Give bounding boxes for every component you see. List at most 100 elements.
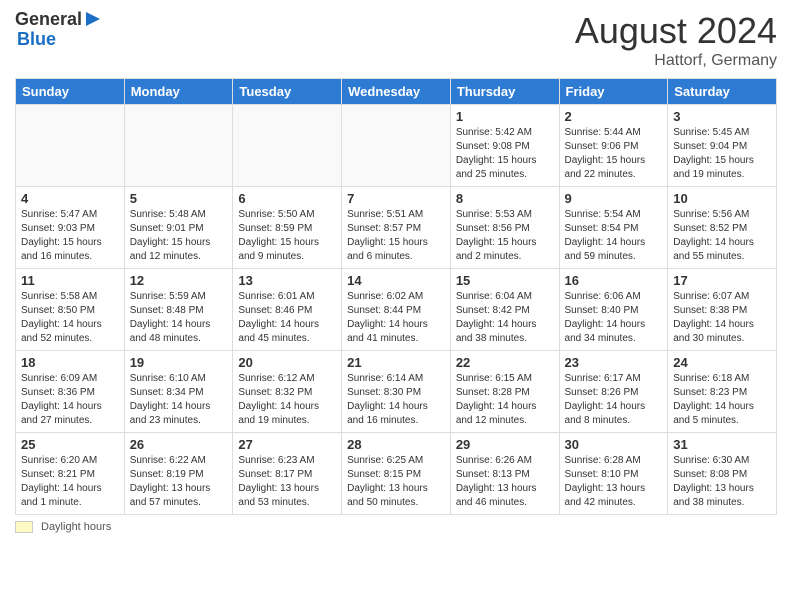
calendar-table: Sunday Monday Tuesday Wednesday Thursday… (15, 78, 777, 515)
day-info: Sunrise: 6:17 AM Sunset: 8:26 PM Dayligh… (565, 372, 663, 428)
calendar-cell-w5-d1: 25 Sunrise: 6:20 AM Sunset: 8:21 PM Dayli… (16, 433, 125, 515)
day-number: 24 (673, 355, 771, 370)
day-info: Sunrise: 6:30 AM Sunset: 8:08 PM Dayligh… (673, 454, 771, 510)
day-info: Sunrise: 5:58 AM Sunset: 8:50 PM Dayligh… (21, 290, 119, 346)
day-info: Sunrise: 5:45 AM Sunset: 9:04 PM Dayligh… (673, 126, 771, 182)
day-number: 2 (565, 109, 663, 124)
day-number: 6 (238, 191, 336, 206)
day-number: 22 (456, 355, 554, 370)
day-info: Sunrise: 6:25 AM Sunset: 8:15 PM Dayligh… (347, 454, 445, 510)
daylight-legend-label: Daylight hours (41, 521, 111, 533)
calendar-cell-w2-d1: 4Sunrise: 5:47 AM Sunset: 9:03 PM Daylig… (16, 187, 125, 269)
day-info: Sunrise: 5:51 AM Sunset: 8:57 PM Dayligh… (347, 208, 445, 264)
calendar-cell-w1-d6: 2 Sunrise: 5:44 AM Sunset: 9:06 PM Daylig… (559, 105, 668, 187)
day-info: Sunrise: 5:47 AM Sunset: 9:03 PM Dayligh… (21, 208, 119, 264)
day-number: 30 (565, 437, 663, 452)
logo-blue-text: Blue (17, 30, 102, 50)
calendar-cell-w5-d2: 26 Sunrise: 6:22 AM Sunset: 8:19 PM Dayli… (124, 433, 233, 515)
calendar-cell-w2-d6: 9Sunrise: 5:54 AM Sunset: 8:54 PM Daylig… (559, 187, 668, 269)
calendar-cell-w1-d1 (16, 105, 125, 187)
calendar-cell-w4-d7: 24Sunrise: 6:18 AM Sunset: 8:23 PM Dayli… (668, 351, 777, 433)
day-number: 16 (565, 273, 663, 288)
day-number: 20 (238, 355, 336, 370)
day-info: Sunrise: 6:06 AM Sunset: 8:40 PM Dayligh… (565, 290, 663, 346)
calendar-cell-w2-d4: 7 Sunrise: 5:51 AM Sunset: 8:57 PM Daylig… (342, 187, 451, 269)
logo: General Blue (15, 10, 102, 50)
day-number: 28 (347, 437, 445, 452)
day-number: 25 (21, 437, 119, 452)
day-info: Sunrise: 6:02 AM Sunset: 8:44 PM Dayligh… (347, 290, 445, 346)
day-number: 7 (347, 191, 445, 206)
logo-arrow-icon (84, 10, 102, 28)
calendar-cell-w4-d2: 19 Sunrise: 6:10 AM Sunset: 8:34 PM Dayli… (124, 351, 233, 433)
col-sunday: Sunday (16, 79, 125, 105)
day-info: Sunrise: 5:44 AM Sunset: 9:06 PM Dayligh… (565, 126, 663, 182)
day-info: Sunrise: 5:56 AM Sunset: 8:52 PM Dayligh… (673, 208, 771, 264)
day-number: 17 (673, 273, 771, 288)
day-info: Sunrise: 6:07 AM Sunset: 8:38 PM Dayligh… (673, 290, 771, 346)
calendar-cell-w5-d7: 31Sunrise: 6:30 AM Sunset: 8:08 PM Dayli… (668, 433, 777, 515)
day-number: 29 (456, 437, 554, 452)
day-info: Sunrise: 6:04 AM Sunset: 8:42 PM Dayligh… (456, 290, 554, 346)
col-tuesday: Tuesday (233, 79, 342, 105)
calendar-cell-w2-d5: 8 Sunrise: 5:53 AM Sunset: 8:56 PM Daylig… (450, 187, 559, 269)
day-info: Sunrise: 6:20 AM Sunset: 8:21 PM Dayligh… (21, 454, 119, 510)
calendar-cell-w3-d2: 12Sunrise: 5:59 AM Sunset: 8:48 PM Dayli… (124, 269, 233, 351)
day-info: Sunrise: 5:59 AM Sunset: 8:48 PM Dayligh… (130, 290, 228, 346)
day-info: Sunrise: 5:48 AM Sunset: 9:01 PM Dayligh… (130, 208, 228, 264)
calendar-week-3: 11 Sunrise: 5:58 AM Sunset: 8:50 PM Dayli… (16, 269, 777, 351)
calendar-week-4: 18 Sunrise: 6:09 AM Sunset: 8:36 PM Dayli… (16, 351, 777, 433)
calendar-cell-w4-d5: 22 Sunrise: 6:15 AM Sunset: 8:28 PM Dayli… (450, 351, 559, 433)
page-container: General Blue August 2024 Hattorf, German… (0, 0, 792, 543)
calendar-cell-w4-d1: 18 Sunrise: 6:09 AM Sunset: 8:36 PM Dayli… (16, 351, 125, 433)
day-info: Sunrise: 6:14 AM Sunset: 8:30 PM Dayligh… (347, 372, 445, 428)
day-number: 26 (130, 437, 228, 452)
daylight-legend-box (15, 521, 33, 533)
calendar-cell-w5-d3: 27Sunrise: 6:23 AM Sunset: 8:17 PM Dayli… (233, 433, 342, 515)
day-number: 13 (238, 273, 336, 288)
col-saturday: Saturday (668, 79, 777, 105)
col-thursday: Thursday (450, 79, 559, 105)
calendar-header-row: Sunday Monday Tuesday Wednesday Thursday… (16, 79, 777, 105)
day-info: Sunrise: 6:01 AM Sunset: 8:46 PM Dayligh… (238, 290, 336, 346)
calendar-cell-w1-d5: 1 Sunrise: 5:42 AM Sunset: 9:08 PM Daylig… (450, 105, 559, 187)
day-number: 3 (673, 109, 771, 124)
calendar-cell-w2-d7: 10 Sunrise: 5:56 AM Sunset: 8:52 PM Dayli… (668, 187, 777, 269)
month-year-title: August 2024 (575, 10, 777, 52)
calendar-cell-w5-d6: 30Sunrise: 6:28 AM Sunset: 8:10 PM Dayli… (559, 433, 668, 515)
title-section: August 2024 Hattorf, Germany (575, 10, 777, 70)
calendar-footer: Daylight hours (15, 521, 777, 533)
day-number: 14 (347, 273, 445, 288)
col-friday: Friday (559, 79, 668, 105)
page-header: General Blue August 2024 Hattorf, German… (15, 10, 777, 70)
calendar-cell-w1-d7: 3 Sunrise: 5:45 AM Sunset: 9:04 PM Daylig… (668, 105, 777, 187)
day-info: Sunrise: 6:10 AM Sunset: 8:34 PM Dayligh… (130, 372, 228, 428)
calendar-cell-w4-d6: 23Sunrise: 6:17 AM Sunset: 8:26 PM Dayli… (559, 351, 668, 433)
day-number: 15 (456, 273, 554, 288)
day-number: 19 (130, 355, 228, 370)
calendar-cell-w2-d2: 5Sunrise: 5:48 AM Sunset: 9:01 PM Daylig… (124, 187, 233, 269)
day-number: 8 (456, 191, 554, 206)
calendar-cell-w3-d3: 13 Sunrise: 6:01 AM Sunset: 8:46 PM Dayli… (233, 269, 342, 351)
day-number: 10 (673, 191, 771, 206)
day-info: Sunrise: 5:53 AM Sunset: 8:56 PM Dayligh… (456, 208, 554, 264)
day-number: 11 (21, 273, 119, 288)
day-info: Sunrise: 6:09 AM Sunset: 8:36 PM Dayligh… (21, 372, 119, 428)
day-number: 18 (21, 355, 119, 370)
calendar-cell-w5-d5: 29 Sunrise: 6:26 AM Sunset: 8:13 PM Dayli… (450, 433, 559, 515)
day-number: 1 (456, 109, 554, 124)
col-wednesday: Wednesday (342, 79, 451, 105)
calendar-cell-w1-d2 (124, 105, 233, 187)
calendar-cell-w4-d3: 20 Sunrise: 6:12 AM Sunset: 8:32 PM Dayli… (233, 351, 342, 433)
day-info: Sunrise: 6:12 AM Sunset: 8:32 PM Dayligh… (238, 372, 336, 428)
calendar-cell-w4-d4: 21 Sunrise: 6:14 AM Sunset: 8:30 PM Dayli… (342, 351, 451, 433)
day-info: Sunrise: 6:22 AM Sunset: 8:19 PM Dayligh… (130, 454, 228, 510)
day-number: 21 (347, 355, 445, 370)
calendar-cell-w3-d7: 17 Sunrise: 6:07 AM Sunset: 8:38 PM Dayli… (668, 269, 777, 351)
day-number: 27 (238, 437, 336, 452)
day-info: Sunrise: 6:15 AM Sunset: 8:28 PM Dayligh… (456, 372, 554, 428)
calendar-cell-w1-d3 (233, 105, 342, 187)
day-info: Sunrise: 5:42 AM Sunset: 9:08 PM Dayligh… (456, 126, 554, 182)
day-info: Sunrise: 6:26 AM Sunset: 8:13 PM Dayligh… (456, 454, 554, 510)
calendar-cell-w5-d4: 28 Sunrise: 6:25 AM Sunset: 8:15 PM Dayli… (342, 433, 451, 515)
